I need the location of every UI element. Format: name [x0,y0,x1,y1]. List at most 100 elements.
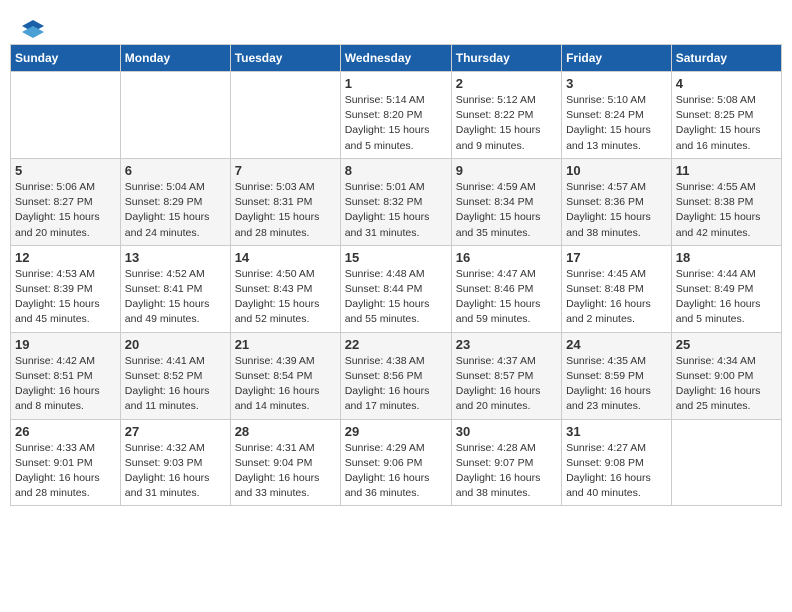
day-info: Sunset: 9:08 PM [566,456,667,471]
calendar-cell: 8Sunrise: 5:01 AMSunset: 8:32 PMDaylight… [340,158,451,245]
day-number: 1 [345,76,447,91]
day-number: 17 [566,250,667,265]
calendar-cell: 6Sunrise: 5:04 AMSunset: 8:29 PMDaylight… [120,158,230,245]
page-header [10,10,782,38]
day-info: Sunset: 8:39 PM [15,282,116,297]
day-info: Sunset: 9:07 PM [456,456,557,471]
day-info: Daylight: 16 hours and 31 minutes. [125,471,226,501]
day-info: Sunset: 8:56 PM [345,369,447,384]
day-number: 9 [456,163,557,178]
day-info: Sunset: 8:31 PM [235,195,336,210]
day-info: Sunset: 8:49 PM [676,282,777,297]
day-number: 4 [676,76,777,91]
calendar-cell: 11 Sunrise: 4:55 AMSunset: 8:38 PMDayligh… [671,158,781,245]
day-number: 2 [456,76,557,91]
day-info: Sunrise: 5:03 AM [235,180,336,195]
calendar-cell: 31Sunrise: 4:27 AMSunset: 9:08 PMDayligh… [562,419,672,506]
day-info: Daylight: 16 hours and 14 minutes. [235,384,336,414]
day-info: Sunset: 8:46 PM [456,282,557,297]
day-info: Sunrise: 4:34 AM [676,354,777,369]
day-info: Daylight: 15 hours and 42 minutes. [676,210,777,240]
day-info: Sunrise: 4:41 AM [125,354,226,369]
day-info: Sunrise: 4:29 AM [345,441,447,456]
calendar-cell: 24Sunrise: 4:35 AMSunset: 8:59 PMDayligh… [562,332,672,419]
calendar-table: SundayMondayTuesdayWednesdayThursdayFrid… [10,44,782,506]
day-info: Sunrise: 4:50 AM [235,267,336,282]
calendar-cell: 20Sunrise: 4:41 AMSunset: 8:52 PMDayligh… [120,332,230,419]
day-info: Sunrise: 4:45 AM [566,267,667,282]
calendar-cell: 1Sunrise: 5:14 AMSunset: 8:20 PMDaylight… [340,72,451,159]
day-info: Daylight: 15 hours and 16 minutes. [676,123,777,153]
day-info: Daylight: 16 hours and 2 minutes. [566,297,667,327]
day-info: Sunrise: 4:55 AM [676,180,777,195]
day-info: Sunset: 9:04 PM [235,456,336,471]
day-number: 13 [125,250,226,265]
day-info: Sunset: 8:57 PM [456,369,557,384]
day-info: Daylight: 16 hours and 8 minutes. [15,384,116,414]
day-info: Sunrise: 4:27 AM [566,441,667,456]
day-info: Sunrise: 4:32 AM [125,441,226,456]
day-info: Daylight: 16 hours and 36 minutes. [345,471,447,501]
day-info: Sunset: 8:24 PM [566,108,667,123]
day-header-friday: Friday [562,45,672,72]
day-info: Sunset: 8:29 PM [125,195,226,210]
day-info: Daylight: 15 hours and 24 minutes. [125,210,226,240]
day-info: Sunset: 9:03 PM [125,456,226,471]
day-info: Sunset: 9:06 PM [345,456,447,471]
day-number: 16 [456,250,557,265]
day-info: Daylight: 15 hours and 38 minutes. [566,210,667,240]
logo-flag-icon [22,18,44,38]
day-number: 10 [566,163,667,178]
day-info: Daylight: 15 hours and 55 minutes. [345,297,447,327]
day-info: Daylight: 15 hours and 9 minutes. [456,123,557,153]
day-number: 25 [676,337,777,352]
day-info: Sunset: 8:38 PM [676,195,777,210]
calendar-cell: 3Sunrise: 5:10 AMSunset: 8:24 PMDaylight… [562,72,672,159]
calendar-header-row: SundayMondayTuesdayWednesdayThursdayFrid… [11,45,782,72]
day-info: Daylight: 16 hours and 38 minutes. [456,471,557,501]
day-info: Sunrise: 4:57 AM [566,180,667,195]
calendar-week-3: 12Sunrise: 4:53 AMSunset: 8:39 PMDayligh… [11,245,782,332]
day-info: Sunrise: 4:33 AM [15,441,116,456]
day-number: 7 [235,163,336,178]
day-info: Daylight: 15 hours and 59 minutes. [456,297,557,327]
calendar-cell: 30Sunrise: 4:28 AMSunset: 9:07 PMDayligh… [451,419,561,506]
day-info: Sunrise: 4:44 AM [676,267,777,282]
calendar-cell: 22Sunrise: 4:38 AMSunset: 8:56 PMDayligh… [340,332,451,419]
day-info: Sunset: 8:41 PM [125,282,226,297]
day-number: 28 [235,424,336,439]
day-info: Daylight: 16 hours and 28 minutes. [15,471,116,501]
calendar-cell: 17Sunrise: 4:45 AMSunset: 8:48 PMDayligh… [562,245,672,332]
day-number: 6 [125,163,226,178]
day-info: Daylight: 15 hours and 52 minutes. [235,297,336,327]
day-info: Sunrise: 5:08 AM [676,93,777,108]
day-number: 11 [676,163,777,178]
calendar-cell: 2Sunrise: 5:12 AMSunset: 8:22 PMDaylight… [451,72,561,159]
day-number: 31 [566,424,667,439]
calendar-cell: 10Sunrise: 4:57 AMSunset: 8:36 PMDayligh… [562,158,672,245]
calendar-cell: 7 Sunrise: 5:03 AMSunset: 8:31 PMDaylight… [230,158,340,245]
calendar-cell: 4Sunrise: 5:08 AMSunset: 8:25 PMDaylight… [671,72,781,159]
calendar-cell: 13Sunrise: 4:52 AMSunset: 8:41 PMDayligh… [120,245,230,332]
day-header-wednesday: Wednesday [340,45,451,72]
day-info: Sunset: 8:43 PM [235,282,336,297]
day-info: Sunrise: 4:35 AM [566,354,667,369]
day-info: Daylight: 16 hours and 25 minutes. [676,384,777,414]
day-info: Daylight: 15 hours and 28 minutes. [235,210,336,240]
day-info: Sunrise: 4:52 AM [125,267,226,282]
day-info: Sunset: 9:00 PM [676,369,777,384]
calendar-cell: 14Sunrise: 4:50 AMSunset: 8:43 PMDayligh… [230,245,340,332]
day-number: 3 [566,76,667,91]
day-number: 18 [676,250,777,265]
calendar-cell: 26Sunrise: 4:33 AMSunset: 9:01 PMDayligh… [11,419,121,506]
calendar-cell: 18Sunrise: 4:44 AMSunset: 8:49 PMDayligh… [671,245,781,332]
day-info: Sunrise: 4:28 AM [456,441,557,456]
day-header-sunday: Sunday [11,45,121,72]
logo [20,18,44,34]
calendar-cell: 12Sunrise: 4:53 AMSunset: 8:39 PMDayligh… [11,245,121,332]
day-info: Daylight: 15 hours and 45 minutes. [15,297,116,327]
day-info: Sunset: 8:52 PM [125,369,226,384]
day-info: Sunrise: 5:06 AM [15,180,116,195]
day-info: Sunset: 8:27 PM [15,195,116,210]
day-number: 8 [345,163,447,178]
